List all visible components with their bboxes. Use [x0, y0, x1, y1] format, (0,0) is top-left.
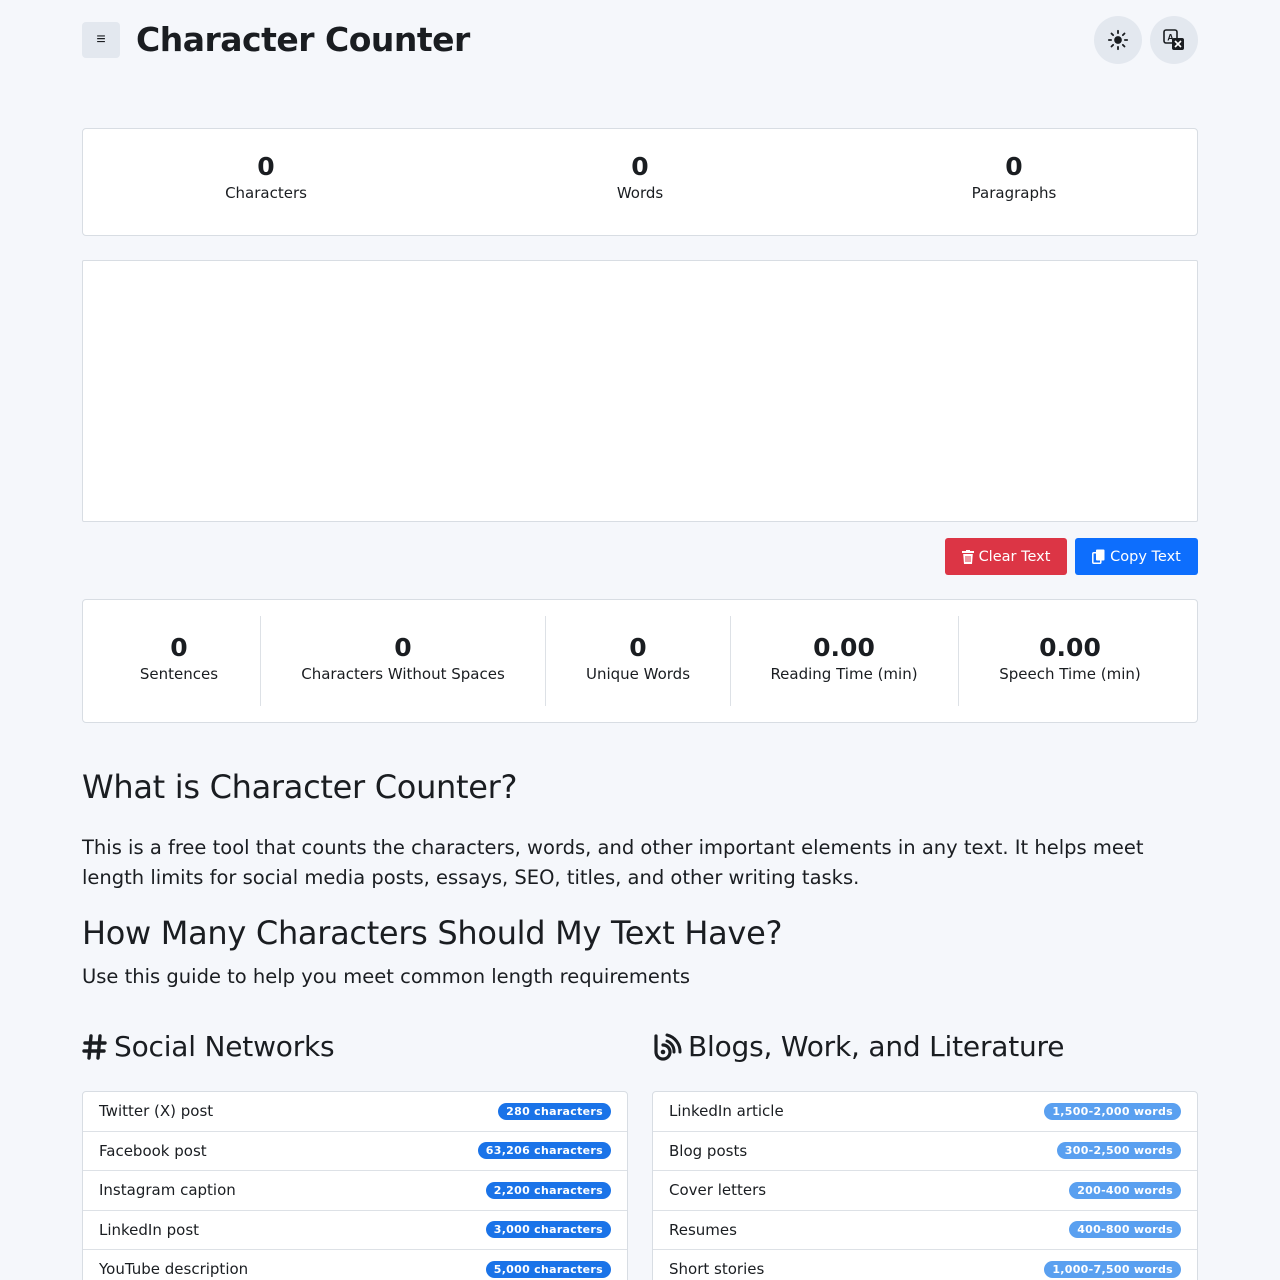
stat-value: 0: [629, 633, 647, 662]
stat-characters: 0 Characters: [225, 151, 307, 203]
header: ≡ Character Counter A: [82, 16, 1198, 64]
social-networks-heading: Social Networks: [82, 1030, 335, 1063]
list-item-label: Twitter (X) post: [99, 1102, 214, 1121]
list-item-label: Blog posts: [669, 1141, 748, 1160]
list-item-label: YouTube description: [99, 1260, 249, 1279]
divider: [958, 616, 959, 706]
stat-words: 0 Words: [617, 151, 663, 203]
guide-heading: How Many Characters Should My Text Have?: [82, 914, 783, 952]
stat-speech-time: 0.00 Speech Time (min): [999, 632, 1141, 684]
list-item: Short stories 1,000-7,500 words: [653, 1250, 1197, 1280]
stat-label: Unique Words: [585, 665, 691, 683]
list-item: Facebook post 63,206 characters: [83, 1132, 627, 1171]
list-item: Resumes 400-800 words: [653, 1211, 1197, 1250]
stat-paragraphs: 0 Paragraphs: [972, 151, 1057, 203]
list-item-label: Resumes: [669, 1220, 737, 1239]
blogs-list: LinkedIn article 1,500-2,000 words Blog …: [652, 1091, 1198, 1280]
stat-label: Characters: [225, 184, 307, 202]
length-badge: 280 characters: [498, 1102, 611, 1120]
stat-value: 0: [394, 633, 412, 662]
divider: [730, 616, 731, 706]
length-badge: 2,200 characters: [485, 1181, 611, 1199]
divider: [260, 616, 261, 706]
trash-icon: [961, 549, 974, 564]
social-networks-title: Social Networks: [114, 1030, 335, 1063]
translate-icon: A: [1163, 29, 1184, 50]
page-title: Character Counter: [136, 20, 470, 59]
stat-label: Paragraphs: [971, 184, 1057, 202]
list-item: LinkedIn post 3,000 characters: [83, 1211, 627, 1250]
menu-button[interactable]: ≡: [82, 22, 120, 58]
list-item: Cover letters 200-400 words: [653, 1171, 1197, 1211]
clear-text-label: Clear Text: [978, 548, 1051, 565]
stat-value: 0: [170, 633, 188, 662]
copy-text-button[interactable]: Copy Text: [1075, 538, 1198, 575]
length-badge: 1,000-7,500 words: [1044, 1260, 1181, 1278]
list-item-label: Instagram caption: [99, 1181, 236, 1200]
copy-icon: [1092, 549, 1105, 564]
list-item: LinkedIn article 1,500-2,000 words: [653, 1092, 1197, 1132]
list-item: Instagram caption 2,200 characters: [83, 1171, 627, 1211]
list-item-label: LinkedIn post: [99, 1220, 200, 1239]
stat-unique-words: 0 Unique Words: [586, 632, 690, 684]
theme-toggle-button[interactable]: [1094, 16, 1142, 64]
list-item-label: LinkedIn article: [669, 1102, 784, 1121]
social-networks-list: Twitter (X) post 280 characters Facebook…: [82, 1091, 628, 1280]
secondary-stats-card: 0 Sentences 0 Characters Without Spaces …: [82, 599, 1198, 723]
copy-text-label: Copy Text: [1110, 548, 1181, 565]
stat-label: Sentences: [139, 665, 219, 683]
length-badge: 1,500-2,000 words: [1044, 1102, 1181, 1120]
list-item-label: Short stories: [669, 1260, 765, 1279]
divider: [545, 616, 546, 706]
primary-stats-card: 0 Characters 0 Words 0 Paragraphs: [82, 128, 1198, 236]
stat-reading-time: 0.00 Reading Time (min): [770, 632, 917, 684]
language-button[interactable]: A: [1150, 16, 1198, 64]
stat-value: 0: [1005, 152, 1023, 181]
length-badge: 200-400 words: [1069, 1181, 1181, 1199]
length-badge: 400-800 words: [1069, 1221, 1181, 1239]
stat-value: 0.00: [813, 633, 875, 662]
length-badge: 63,206 characters: [477, 1142, 611, 1160]
list-item: Blog posts 300-2,500 words: [653, 1132, 1197, 1171]
blog-icon: [654, 1033, 682, 1061]
stat-characters-without-spaces: 0 Characters Without Spaces: [301, 632, 505, 684]
list-item: Twitter (X) post 280 characters: [83, 1092, 627, 1132]
stat-sentences: 0 Sentences: [140, 632, 218, 684]
stat-label: Characters Without Spaces: [301, 665, 505, 683]
stat-value: 0.00: [1039, 633, 1101, 662]
stat-value: 0: [257, 152, 275, 181]
stat-label: Words: [616, 184, 664, 202]
blogs-title: Blogs, Work, and Literature: [688, 1030, 1065, 1063]
hashtag-icon: [82, 1033, 107, 1060]
clear-text-button[interactable]: Clear Text: [945, 538, 1067, 575]
length-badge: 300-2,500 words: [1056, 1142, 1181, 1160]
length-badge: 3,000 characters: [485, 1221, 611, 1239]
stat-label: Speech Time (min): [999, 665, 1141, 683]
text-input[interactable]: [82, 260, 1198, 522]
guide-subtitle: Use this guide to help you meet common l…: [82, 965, 691, 988]
about-text: This is a free tool that counts the char…: [82, 836, 1144, 889]
stat-label: Reading Time (min): [770, 665, 918, 683]
stat-value: 0: [631, 152, 649, 181]
sun-icon: [1107, 29, 1129, 51]
list-item-label: Facebook post: [99, 1141, 207, 1160]
list-item: YouTube description 5,000 characters: [83, 1250, 627, 1280]
about-heading: What is Character Counter?: [82, 768, 518, 806]
blogs-heading: Blogs, Work, and Literature: [652, 1030, 1064, 1063]
length-badge: 5,000 characters: [485, 1260, 611, 1278]
list-item-label: Cover letters: [669, 1181, 767, 1200]
